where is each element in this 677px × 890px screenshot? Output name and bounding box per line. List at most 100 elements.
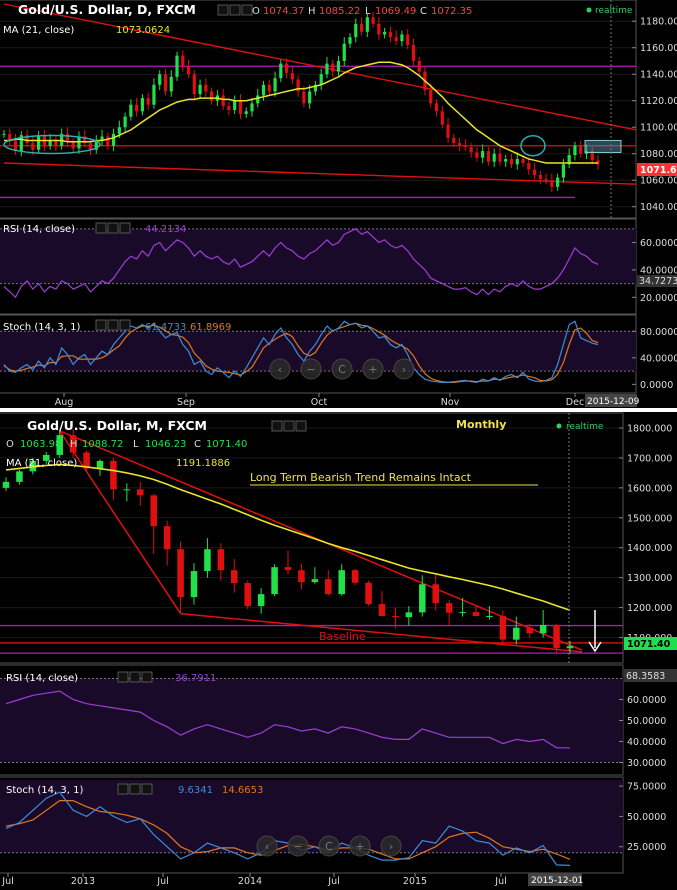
monthly-period-label: Monthly: [456, 418, 506, 431]
daily-candle-body: [527, 163, 531, 170]
daily-candle-body: [186, 66, 191, 75]
daily-candle-body: [54, 140, 58, 146]
monthly-candle-body: [472, 612, 480, 616]
monthly-candle-body: [566, 646, 574, 649]
daily-candle-body: [169, 76, 173, 92]
daily-stoch-label[interactable]: Stoch (14, 3, 1): [3, 322, 80, 333]
daily-rsi-ytick-label-1: 40.0000: [640, 265, 677, 276]
monthly-rsi-value: 36.7911: [175, 673, 216, 684]
daily-candle-body: [383, 31, 387, 35]
daily-rsi-label[interactable]: RSI (14, close): [3, 224, 75, 235]
daily-stoch-ytick-label-2: 80.0000: [640, 327, 677, 338]
daily-candle-body: [48, 140, 52, 146]
daily-stoch-k-value: 61.4733: [145, 322, 186, 333]
realtime-dot-icon: [586, 7, 592, 13]
daily-price-panel: [0, 0, 637, 219]
monthly-ytick-label-1: 1200.000: [627, 603, 672, 614]
monthly-xtick-label-5: 2015: [403, 876, 427, 886]
monthly-xtick-label-4: Jul: [327, 876, 339, 886]
monthly-candle-body: [110, 460, 117, 490]
daily-candle-body: [88, 143, 93, 150]
daily-candle-body: [573, 145, 577, 156]
daily-rsi-tool-icon-1[interactable]: [107, 222, 119, 234]
monthly-ma-label[interactable]: MA (21, close): [6, 458, 77, 469]
daily-ohlc-c: 1072.35: [431, 6, 472, 17]
daily-candle-body: [146, 98, 150, 105]
daily-rsi-tool-icon-2[interactable]: [119, 222, 131, 234]
monthly-stoch-tool-icon-0[interactable]: [117, 783, 129, 795]
monthly-rsi-tool-icon-2[interactable]: [141, 671, 153, 683]
daily-title[interactable]: Gold/U.S. Dollar, D, FXCM: [18, 2, 196, 17]
monthly-title-tool-icon-2[interactable]: [295, 420, 307, 432]
monthly-candle-body: [217, 549, 225, 571]
daily-ohlc-h: 1085.22: [319, 6, 360, 17]
daily-candle-body: [2, 133, 6, 135]
daily-title-tool-icon-0[interactable]: [217, 4, 229, 16]
daily-nav-icon-4: ›: [402, 363, 406, 376]
monthly-candle-body: [486, 615, 493, 617]
monthly-xtick-label-0: Jul: [1, 876, 13, 886]
monthly-title-tool-icon-0[interactable]: [271, 420, 283, 432]
daily-rsi-tool-icon-0[interactable]: [95, 222, 107, 234]
daily-stoch-tool-icon-1[interactable]: [107, 319, 119, 331]
monthly-stoch-tool-icon-2[interactable]: [141, 783, 153, 795]
monthly-ytick-label-5: 1600.000: [627, 483, 672, 494]
daily-candle-body: [152, 84, 156, 105]
daily-candle-body: [556, 177, 560, 187]
daily-title-tool-icon-2[interactable]: [241, 4, 253, 16]
monthly-rsi-badge: 68.3583: [626, 671, 665, 682]
daily-candle-body: [279, 63, 283, 79]
daily-ytick-label-3: 1100.00: [640, 123, 677, 134]
daily-ohlc-h-label: H: [308, 6, 316, 17]
monthly-candle-body: [96, 460, 104, 469]
daily-candle-body: [210, 91, 214, 101]
daily-ohlc-c-label: C: [420, 6, 427, 17]
daily-candle-body: [267, 84, 271, 92]
monthly-candle-body: [459, 612, 466, 614]
daily-ytick-label-4: 1120.00: [640, 96, 677, 107]
daily-candle-body: [394, 37, 398, 42]
daily-xtick-label-2: Oct: [311, 397, 328, 408]
monthly-xtick-label-1: 2013: [71, 876, 95, 886]
daily-candle-body: [140, 98, 145, 112]
monthly-candle-body: [499, 615, 507, 640]
monthly-stoch-tool-icon-1[interactable]: [129, 783, 141, 795]
daily-candle-body: [406, 34, 410, 46]
daily-candle-body: [359, 23, 364, 32]
monthly-title-tool-icon-1[interactable]: [283, 420, 295, 432]
daily-stoch-tool-icon-0[interactable]: [95, 319, 107, 331]
daily-candle-body: [308, 91, 312, 104]
monthly-rsi-tool-icon-0[interactable]: [117, 671, 129, 683]
monthly-rsi-tool-icon-1[interactable]: [129, 671, 141, 683]
monthly-ohlc-c: 1071.40: [206, 439, 247, 450]
daily-candle-body: [492, 153, 496, 162]
daily-candle-body: [331, 63, 335, 72]
daily-candle-body: [198, 84, 202, 95]
monthly-candle-body: [539, 624, 547, 634]
daily-candle-body: [544, 178, 548, 181]
daily-ma-label[interactable]: MA (21, close): [3, 25, 74, 36]
daily-candle-body: [486, 151, 491, 162]
daily-nav-icon-2: C: [338, 363, 346, 376]
monthly-candle-body: [298, 570, 305, 583]
monthly-stoch-label[interactable]: Stoch (14, 3, 1): [6, 785, 83, 796]
daily-candle-body: [233, 100, 237, 110]
monthly-annotation: Long Term Bearish Trend Remains Intact: [250, 471, 472, 484]
monthly-candle-body: [405, 612, 413, 618]
daily-candle-body: [521, 159, 525, 163]
daily-title-tool-icon-1[interactable]: [229, 4, 241, 16]
daily-rsi-band: [0, 228, 636, 284]
daily-candle-body: [37, 135, 41, 150]
daily-candle-body: [261, 84, 266, 96]
monthly-ytick-label-4: 1500.000: [627, 513, 672, 524]
daily-candle-body: [181, 55, 185, 67]
monthly-rsi-label[interactable]: RSI (14, close): [6, 673, 78, 684]
daily-candle-body: [123, 116, 127, 128]
daily-chart: 1040.00 1060.00 1080.00 1100.00 1120.00 1140.…: [0, 0, 677, 410]
daily-stoch-tool-icon-2[interactable]: [119, 319, 131, 331]
monthly-candle-body: [244, 583, 251, 607]
monthly-title[interactable]: Gold/U.S. Dollar, M, FXCM: [27, 418, 207, 433]
monthly-xtick-label-3: 2014: [238, 876, 262, 886]
chart-separator: [0, 408, 677, 412]
daily-candle-body: [452, 137, 456, 144]
